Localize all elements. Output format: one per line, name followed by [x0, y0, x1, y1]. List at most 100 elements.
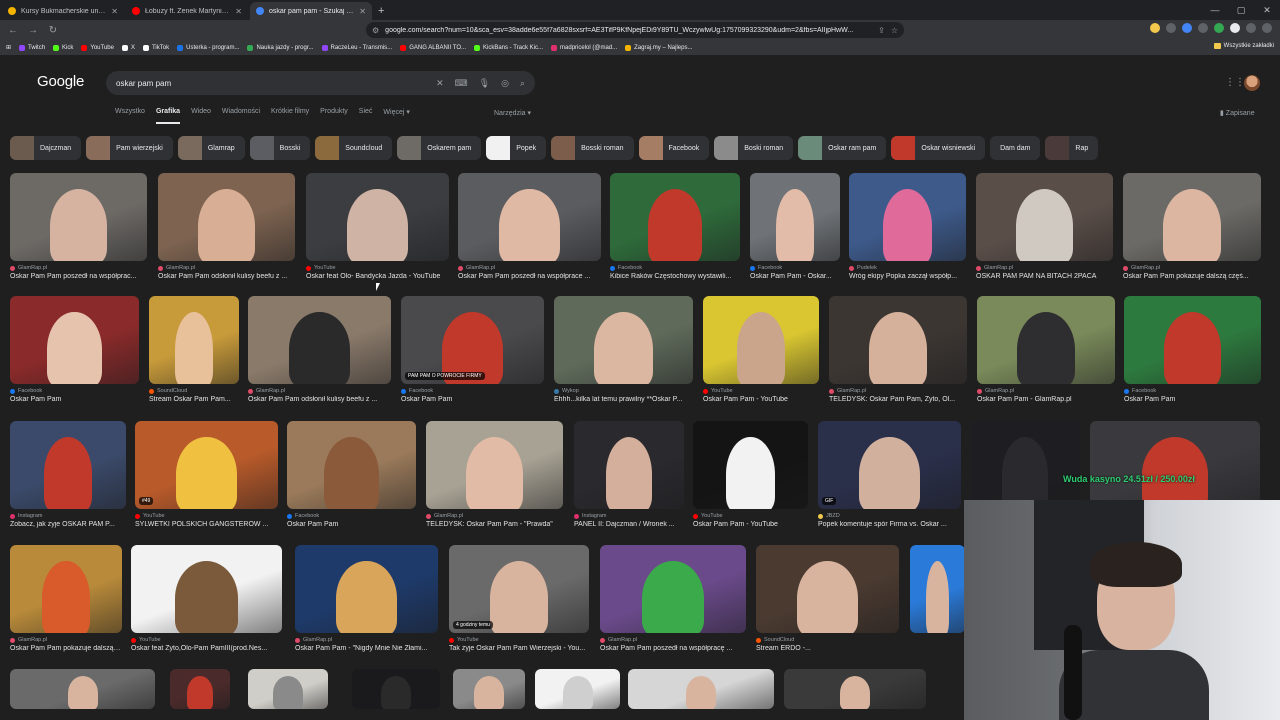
image-result[interactable]: Wykop Ehhh...kilka lat temu prawilny **Os…	[554, 296, 693, 403]
image-title[interactable]: Oskar Pam Pam - "Nigdy Mnie Nie Złami...	[295, 645, 438, 652]
image-source[interactable]: GlamRap.pl	[248, 388, 391, 394]
image-title[interactable]: Oskar Pam Pam	[1124, 396, 1261, 403]
image-source[interactable]: GlamRap.pl	[600, 637, 746, 643]
image-title[interactable]: Oskar Pam Pam - Oskar...	[750, 273, 840, 280]
bookmark-item[interactable]: GANG ALBANII TO...	[400, 44, 466, 51]
image-source[interactable]: YouTube	[449, 637, 589, 643]
image-thumbnail[interactable]	[976, 173, 1113, 261]
image-result[interactable]: GlamRap.pl TELEDYSK: Oskar Pam Pam, Żyto,…	[829, 296, 967, 403]
image-result[interactable]: Instagram Zobacz, jak żyje OSKAR PAM P...	[10, 421, 126, 528]
filter-tab[interactable]: Sieć	[359, 108, 373, 124]
image-thumbnail[interactable]	[131, 545, 282, 633]
image-title[interactable]: Oskar feat Żyto,Olo-Pam PamIII(prod.Nes.…	[131, 645, 282, 652]
filter-tab[interactable]: Produkty	[320, 108, 348, 124]
image-result[interactable]: GIF JBZD Popek komentuje spór Firma vs. Os…	[818, 421, 961, 528]
image-source[interactable]: JBZD	[818, 513, 961, 519]
reload-icon[interactable]: ↻	[46, 25, 60, 36]
extension-icon[interactable]	[1246, 23, 1256, 33]
image-title[interactable]: Oskar Pam Pam pokazuje dalszą częś...	[1123, 273, 1261, 280]
image-source[interactable]: GlamRap.pl	[10, 637, 122, 643]
image-source[interactable]: GlamRap.pl	[976, 265, 1113, 271]
image-result[interactable]	[628, 669, 774, 709]
all-bookmarks-folder[interactable]: Wszystkie zakładki	[1213, 43, 1274, 49]
image-source[interactable]: Pudelek	[849, 265, 966, 271]
image-source[interactable]: Facebook	[750, 265, 840, 271]
image-thumbnail[interactable]	[10, 421, 126, 509]
image-thumbnail[interactable]	[306, 173, 449, 261]
tools-button[interactable]: Narzędzia ▾	[494, 109, 531, 117]
image-result[interactable]: GlamRap.pl Oskar Pam Pam poszedł na współ…	[458, 173, 601, 280]
bookmark-item[interactable]: madpricelol (@mad...	[551, 44, 617, 51]
share-icon[interactable]: ⇪	[878, 26, 885, 35]
image-thumbnail[interactable]	[248, 296, 391, 384]
image-source[interactable]: GlamRap.pl	[829, 388, 967, 394]
image-title[interactable]: TELEDYSK: Oskar Pam Pam, Żyto, Ol...	[829, 396, 967, 403]
image-title[interactable]: Oskar Pam Pam poszedł na współprace ...	[458, 273, 601, 280]
image-thumbnail[interactable]	[784, 669, 926, 709]
image-title[interactable]: Popek komentuje spór Firma vs. Oskar ...	[818, 521, 961, 528]
tab-close-icon[interactable]: ✕	[235, 7, 242, 16]
related-search-chip[interactable]: Rap	[1045, 136, 1099, 160]
related-search-chip[interactable]: Soundcloud	[315, 136, 393, 160]
bookmark-item[interactable]: YouTube	[81, 44, 114, 51]
image-title[interactable]: TELEDYSK: Oskar Pam Pam - "Prawda"	[426, 521, 563, 528]
image-result[interactable]: GlamRap.pl Oskar Pam Pam - "Nigdy Mnie Ni…	[295, 545, 438, 652]
image-source[interactable]: Facebook	[1124, 388, 1261, 394]
image-result[interactable]: #49 YouTube SYLWETKI POLSKICH GANGSTERÓW .…	[135, 421, 278, 528]
image-result[interactable]: GlamRap.pl Oskar Pam Pam poszedł na współ…	[600, 545, 746, 652]
related-search-chip[interactable]: Bosski roman	[551, 136, 634, 160]
image-result[interactable]: Facebook Oskar Pam Pam	[1124, 296, 1261, 403]
image-source[interactable]: Wykop	[554, 388, 693, 394]
image-thumbnail[interactable]	[10, 545, 122, 633]
image-thumbnail[interactable]	[829, 296, 967, 384]
search-icon[interactable]: ⌕	[520, 78, 525, 89]
image-thumbnail[interactable]	[628, 669, 774, 709]
bookmark-item[interactable]: Nauka jazdy - progr...	[247, 44, 314, 51]
image-result[interactable]: GlamRap.pl OSKAR PAM PAM NA BITACH 2PACA	[976, 173, 1113, 280]
image-result[interactable]: GlamRap.pl Oskar Pam Pam poszedł na współ…	[10, 173, 147, 280]
image-result[interactable]: Instagram PANEL II: Dajczman / Wronek ...	[574, 421, 684, 528]
bookmark-item[interactable]: X	[121, 44, 135, 51]
image-thumbnail[interactable]	[10, 669, 155, 709]
image-source[interactable]: GlamRap.pl	[458, 265, 601, 271]
image-source[interactable]: GlamRap.pl	[1123, 265, 1261, 271]
image-thumbnail[interactable]	[756, 545, 899, 633]
image-result[interactable]: GlamRap.pl Oskar Pam Pam odsłonił kulisy …	[158, 173, 295, 280]
menu-icon[interactable]	[1262, 23, 1272, 33]
image-thumbnail[interactable]	[170, 669, 230, 709]
filter-tab[interactable]: Krótkie filmy	[271, 108, 309, 124]
image-source[interactable]: YouTube	[306, 265, 449, 271]
bookmark-item[interactable]: TikTok	[142, 44, 169, 51]
microphone-icon[interactable]: 🎙	[479, 78, 490, 89]
image-thumbnail[interactable]	[535, 669, 620, 709]
image-source[interactable]: GlamRap.pl	[295, 637, 438, 643]
image-result[interactable]: GlamRap.pl Oskar Pam Pam odsłonił kulisy …	[248, 296, 391, 403]
search-box[interactable]: oskar pam pam ✕ ⌨ 🎙 ◎ ⌕	[106, 71, 535, 95]
tab-close-icon[interactable]: ✕	[111, 7, 118, 16]
image-thumbnail[interactable]: GIF	[818, 421, 961, 509]
image-thumbnail[interactable]	[10, 296, 139, 384]
related-search-chip[interactable]: Oskarem pam	[397, 136, 482, 160]
image-title[interactable]: Oskar Pam Pam	[10, 396, 139, 403]
image-result[interactable]: SoundCloud Stream ERDO -...	[756, 545, 899, 652]
image-source[interactable]: Facebook	[401, 388, 544, 394]
image-thumbnail[interactable]	[158, 173, 295, 261]
image-result[interactable]: YouTube Oskar feat Olo- Bandycka Jazda - …	[306, 173, 449, 280]
image-source[interactable]: SoundCloud	[149, 388, 239, 394]
image-result[interactable]: Facebook Oskar Pam Pam	[10, 296, 139, 403]
maximize-button[interactable]: ▢	[1228, 0, 1254, 20]
browser-tab[interactable]: Kursy Bukmacherskie undefined - Cl ✕	[2, 2, 124, 20]
extension-icon[interactable]	[1230, 23, 1240, 33]
image-source[interactable]: Facebook	[10, 388, 139, 394]
image-result[interactable]: GlamRap.pl Oskar Pam Pam - GlamRap.pl	[977, 296, 1115, 403]
image-thumbnail[interactable]	[849, 173, 966, 261]
image-title[interactable]: SYLWETKI POLSKICH GANGSTERÓW ...	[135, 521, 278, 528]
extension-icon[interactable]	[1214, 23, 1224, 33]
image-thumbnail[interactable]	[426, 421, 563, 509]
related-search-chip[interactable]: Glamrap	[177, 136, 245, 160]
search-input[interactable]: oskar pam pam	[116, 79, 436, 88]
image-thumbnail[interactable]	[574, 421, 684, 509]
image-thumbnail[interactable]	[248, 669, 328, 709]
image-title[interactable]: OSKAR PAM PAM NA BITACH 2PACA	[976, 273, 1113, 280]
image-source[interactable]: YouTube	[693, 513, 808, 519]
